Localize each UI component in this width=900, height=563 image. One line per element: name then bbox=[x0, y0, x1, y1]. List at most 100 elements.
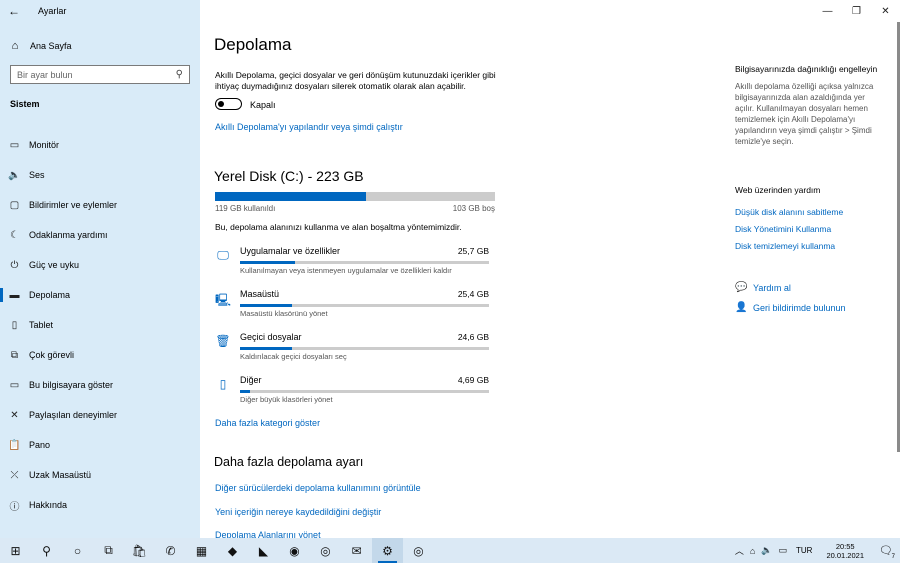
mail-icon[interactable]: ✉ bbox=[341, 538, 372, 563]
clock[interactable]: 20:55 20.01.2021 bbox=[826, 542, 864, 560]
category-name: Diğer bbox=[240, 375, 262, 385]
sidebar-nav: ▭ Monitör 🔈 Ses ▢ Bildirimler ve eylemler ☾ Oda… bbox=[0, 130, 200, 520]
web-help-link-disk-management[interactable]: Disk Yönetimini Kullanma bbox=[735, 224, 831, 234]
get-help-row[interactable]: 💬 Yardım al bbox=[735, 282, 791, 293]
network-icon[interactable]: ⌂ bbox=[750, 546, 755, 556]
category-bar bbox=[240, 304, 489, 307]
sidebar-item-icon: ☾ bbox=[10, 229, 19, 241]
sidebar-item-label: Paylaşılan deneyimler bbox=[29, 410, 118, 420]
storage-category[interactable]: 🖳 Masaüstü 25,4 GB Masaüstü klasörünü yönet bbox=[215, 287, 495, 330]
back-arrow-icon[interactable]: ← bbox=[0, 0, 28, 22]
sidebar-item-label: Monitör bbox=[29, 140, 60, 150]
disk-description: Bu, depolama alanınızı kullanma ve alan … bbox=[215, 222, 462, 232]
store-icon[interactable]: 🛍 bbox=[124, 538, 155, 563]
sidebar-item-icon: ▢ bbox=[9, 199, 20, 211]
sidebar-item[interactable]: ⧉ Çok görevli bbox=[0, 340, 200, 370]
sidebar-item[interactable]: 🔈 Ses bbox=[0, 160, 200, 190]
zoom-icon[interactable]: ◉ bbox=[279, 538, 310, 563]
app-icon[interactable]: ◣ bbox=[248, 538, 279, 563]
sidebar-item[interactable]: ☾ Odaklanma yardımı bbox=[0, 220, 200, 250]
search-input[interactable]: Bir ayar bulun ⚲ bbox=[10, 65, 190, 84]
sidebar-item-label: Tablet bbox=[29, 320, 54, 330]
category-bar-fill bbox=[240, 304, 293, 307]
sidebar-item-icon: ⏻ bbox=[10, 259, 19, 271]
speaker-icon[interactable]: 🔈 bbox=[761, 545, 772, 556]
monitor-icon: 🖵 bbox=[217, 248, 229, 262]
sidebar: ← Ayarlar ⌂ Ana Sayfa Bir ayar bulun ⚲ S… bbox=[0, 0, 200, 538]
sidebar-item[interactable]: ⓘ Hakkında bbox=[0, 490, 200, 520]
language-indicator[interactable]: TUR bbox=[796, 546, 812, 555]
sidebar-item[interactable]: ⤫ Uzak Masaüstü bbox=[0, 460, 200, 490]
category-size: 25,4 GB bbox=[457, 289, 489, 299]
sidebar-item[interactable]: ▭ Monitör bbox=[0, 130, 200, 160]
tip-description: Akıllı depolama özelliği açıksa yalnızca… bbox=[735, 82, 874, 146]
sidebar-item-label: Uzak Masaüstü bbox=[29, 470, 92, 480]
sidebar-item[interactable]: ⏻ Güç ve uyku bbox=[0, 250, 200, 280]
feedback-link[interactable]: Geri bildirimde bulunun bbox=[753, 303, 846, 313]
whatsapp-icon[interactable]: ✆ bbox=[155, 538, 186, 563]
show-more-categories-link[interactable]: Daha fazla kategori göster bbox=[215, 418, 320, 428]
display-icon[interactable]: ▭ bbox=[778, 545, 787, 556]
view-other-drives-link[interactable]: Diğer sürücülerdeki depolama kullanımını… bbox=[215, 483, 421, 493]
sidebar-item-icon: ▯ bbox=[11, 319, 18, 331]
title-bar: ← Ayarlar bbox=[0, 0, 200, 22]
sidebar-item[interactable]: ▢ Bildirimler ve eylemler bbox=[0, 190, 200, 220]
section-title: Sistem bbox=[10, 99, 40, 109]
sidebar-item[interactable]: ✕ Paylaşılan deneyimler bbox=[0, 400, 200, 430]
feedback-row[interactable]: 👤 Geri bildirimde bulunun bbox=[735, 302, 846, 313]
storage-sense-toggle[interactable] bbox=[215, 98, 242, 110]
category-description: Kullanılmayan veya istenmeyen uygulamala… bbox=[240, 266, 452, 275]
storage-category[interactable]: 🖵 Uygulamalar ve özellikler 25,7 GB Kullanı… bbox=[215, 244, 495, 287]
chrome-profile-icon[interactable]: ◎ bbox=[403, 538, 434, 563]
get-help-link[interactable]: Yardım al bbox=[753, 283, 791, 293]
settings-icon[interactable]: ⚙ bbox=[372, 538, 403, 563]
chrome-icon[interactable]: ◎ bbox=[310, 538, 341, 563]
trash-icon: 🗑 bbox=[215, 334, 231, 348]
category-name: Geçici dosyalar bbox=[240, 332, 302, 342]
category-description: Kaldırılacak geçici dosyaları seç bbox=[240, 352, 347, 361]
taskbar-apps: ⊞ ⚲ ○ ⧉ 🛍 ✆ ▦ ◆ ◣ ◉ ◎ ✉ ⚙ ◎ bbox=[0, 538, 434, 563]
cortana-icon[interactable]: ○ bbox=[62, 538, 93, 563]
sidebar-item-icon: ▭ bbox=[9, 379, 20, 391]
sidebar-item[interactable]: ▯ Tablet bbox=[0, 310, 200, 340]
disk-title: Yerel Disk (C:) - 223 GB bbox=[214, 168, 364, 184]
storage-categories: 🖵 Uygulamalar ve özellikler 25,7 GB Kullanı… bbox=[215, 244, 495, 416]
more-settings-title: Daha fazla depolama ayarı bbox=[214, 455, 364, 469]
disk-usage-bar bbox=[215, 192, 495, 201]
home-button[interactable]: ⌂ Ana Sayfa bbox=[0, 36, 200, 56]
clock-time: 20:55 bbox=[835, 541, 855, 551]
clock-date: 20.01.2021 bbox=[826, 550, 864, 560]
sidebar-item-icon: ⤫ bbox=[10, 469, 19, 481]
disk-free-label: 103 GB boş bbox=[452, 204, 495, 213]
search-icon[interactable]: ⚲ bbox=[31, 538, 62, 563]
sidebar-item-label: Çok görevli bbox=[29, 350, 75, 360]
disk-usage-fill bbox=[215, 192, 367, 201]
sidebar-item-icon: ✕ bbox=[10, 409, 19, 421]
storage-sense-description: Akıllı Depolama, geçici dosyalar ve geri… bbox=[215, 70, 496, 91]
sidebar-item[interactable]: ▬ Depolama bbox=[0, 280, 200, 310]
change-save-location-link[interactable]: Yeni içeriğin nereye kaydedildiğini deği… bbox=[215, 507, 381, 517]
notification-center-button[interactable]: 🗨 7 bbox=[872, 544, 900, 560]
chevron-up-icon[interactable]: ︿ bbox=[735, 544, 744, 557]
storage-category[interactable]: ▯ Diğer 4,69 GB Diğer büyük klasörleri yöne… bbox=[215, 373, 495, 416]
home-icon: ⌂ bbox=[11, 40, 19, 52]
manage-storage-spaces-link[interactable]: Depolama Alanlarını yönet bbox=[215, 531, 321, 538]
tip-title: Bilgisayarınızda dağınıklığı engelleyin bbox=[735, 64, 878, 74]
sidebar-item-icon: ⧉ bbox=[10, 349, 19, 361]
category-name: Uygulamalar ve özellikler bbox=[240, 246, 341, 256]
paint-icon[interactable]: ◆ bbox=[217, 538, 248, 563]
folder-icon: ▯ bbox=[219, 377, 227, 391]
toggle-state-label: Kapalı bbox=[250, 100, 276, 110]
sidebar-item-label: Ses bbox=[29, 170, 45, 180]
storage-category[interactable]: 🗑 Geçici dosyalar 24,6 GB Kaldırılacak geçi… bbox=[215, 330, 495, 373]
calculator-icon[interactable]: ▦ bbox=[186, 538, 217, 563]
task-view-icon[interactable]: ⧉ bbox=[93, 538, 124, 563]
category-bar-fill bbox=[240, 261, 295, 264]
sidebar-item[interactable]: 📋 Pano bbox=[0, 430, 200, 460]
web-help-link-low-disk[interactable]: Düşük disk alanını sabitleme bbox=[735, 207, 843, 217]
configure-storage-sense-link[interactable]: Akıllı Depolama'yı yapılandır veya şimdi… bbox=[215, 122, 403, 132]
web-help-link-disk-cleanup[interactable]: Disk temizlemeyi kullanma bbox=[735, 241, 835, 251]
sidebar-item[interactable]: ▭ Bu bilgisayara göster bbox=[0, 370, 200, 400]
home-label: Ana Sayfa bbox=[30, 41, 72, 51]
start-icon[interactable]: ⊞ bbox=[0, 538, 31, 563]
